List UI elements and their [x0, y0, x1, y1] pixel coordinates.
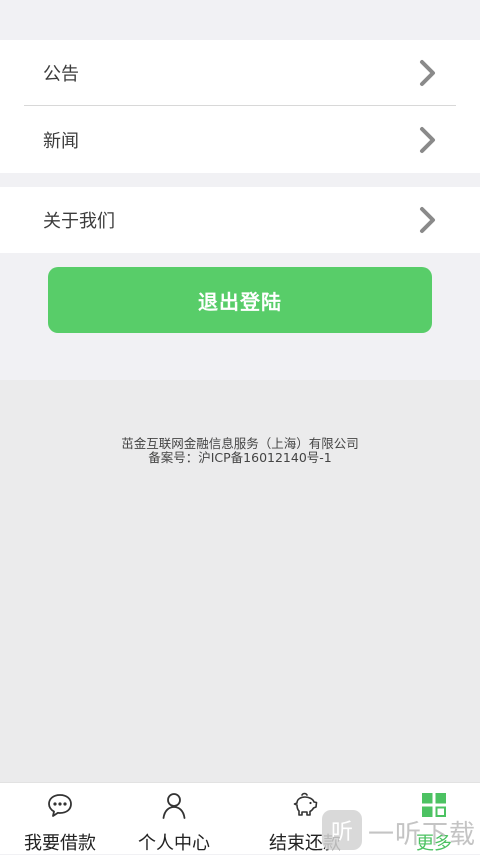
- logout-button[interactable]: 退出登陆: [48, 267, 432, 333]
- piggy-bank-icon: [293, 792, 318, 816]
- menu-item-announcement[interactable]: 公告: [0, 40, 480, 106]
- company-info: 茁金互联网金融信息服务（上海）有限公司 备案号：沪ICP备16012140号-1: [0, 437, 480, 465]
- tab-personal-center[interactable]: 个人中心: [114, 783, 234, 854]
- chevron-right-icon: [420, 60, 435, 86]
- svg-text:听: 听: [331, 820, 353, 845]
- menu-item-label: 新闻: [43, 131, 79, 152]
- chat-bubble-icon: [48, 794, 72, 817]
- watermark: 听 一听下载: [322, 810, 480, 853]
- watermark-logo-icon: 听: [322, 810, 362, 850]
- menu-item-label: 公告: [43, 64, 79, 85]
- watermark-text: 一听下载: [368, 820, 477, 850]
- tab-borrow[interactable]: 我要借款: [0, 783, 120, 854]
- chevron-right-icon: [420, 207, 435, 233]
- tab-label: 个人中心: [138, 833, 210, 854]
- person-icon: [162, 793, 186, 819]
- icp-number: 备案号：沪ICP备16012140号-1: [148, 450, 332, 465]
- chevron-right-icon: [420, 127, 435, 153]
- menu-item-about-us[interactable]: 关于我们: [0, 187, 480, 253]
- menu-group-1: 公告 新闻: [0, 40, 480, 173]
- menu-group-2: 关于我们: [0, 187, 480, 253]
- company-name: 茁金互联网金融信息服务（上海）有限公司: [121, 436, 359, 451]
- menu-item-label: 关于我们: [43, 211, 115, 232]
- menu-item-news[interactable]: 新闻: [0, 107, 480, 173]
- tab-label: 我要借款: [24, 833, 96, 854]
- divider: [24, 105, 456, 106]
